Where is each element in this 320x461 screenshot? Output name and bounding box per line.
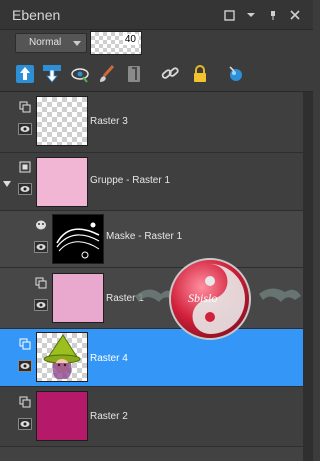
visibility-eye-icon[interactable] [34,241,48,253]
opacity-value: 40 [122,34,138,45]
restore-window-icon[interactable] [223,9,235,21]
blend-mode-label: Normal [29,37,62,48]
raster-layer-icon [18,101,32,113]
layer-thumbnail [36,96,88,146]
new-vector-layer-icon[interactable] [42,64,62,84]
layer-row-raster-2[interactable]: Raster 2 [0,387,303,447]
visibility-eye-icon[interactable] [18,123,32,135]
new-raster-layer-icon[interactable] [15,64,35,84]
layer-name: Gruppe - Raster 1 [90,175,171,186]
close-icon[interactable] [289,9,301,21]
blend-row: Normal 40 [0,30,313,58]
visibility-eye-icon[interactable] [18,418,32,430]
layer-name: Raster 3 [90,116,128,127]
visibility-eye-icon[interactable] [34,299,48,311]
mask-icon[interactable] [124,64,144,84]
raster-layer-icon [18,338,32,350]
lock-icon[interactable] [190,64,210,84]
blend-mode-dropdown[interactable]: Normal [15,33,87,53]
visibility-eye-icon[interactable] [18,183,32,195]
layer-thumbnail [52,214,104,264]
chevron-down-icon [73,41,81,46]
layer-row-raster-4[interactable]: Raster 4 [0,329,303,387]
layer-name: Raster 2 [90,411,128,422]
panel-menu-icon[interactable] [245,9,257,21]
visibility-eye-icon[interactable] [18,360,32,372]
link-icon[interactable] [160,64,180,84]
layer-row-mask[interactable]: Maske - Raster 1 [0,211,303,268]
scrollbar[interactable] [303,92,313,461]
layer-row-raster-3[interactable]: Raster 3 [0,92,303,153]
opacity-field[interactable]: 40 [90,31,142,55]
layer-thumbnail [36,157,88,207]
layer-thumbnail [52,273,104,323]
layer-toolbar [0,58,313,92]
eye-view-icon[interactable] [70,64,90,84]
layer-row-raster-1[interactable]: Raster 1 [0,268,303,329]
layer-name: Maske - Raster 1 [106,231,183,242]
raster-layer-icon [34,277,48,289]
expand-arrow-icon[interactable] [3,181,11,187]
panel-titlebar: Ebenen [0,0,313,30]
layers-list: Raster 3 Gruppe - Raster 1 Maske - Raste… [0,92,313,461]
raster-layer-icon [18,396,32,408]
layer-thumbnail [36,332,88,382]
layer-thumbnail [36,391,88,441]
layer-name: Raster 4 [90,353,128,364]
panel-title: Ebenen [12,7,61,23]
layer-row-group[interactable]: Gruppe - Raster 1 [0,153,303,211]
group-layer-icon [18,161,32,173]
layer-name: Raster 1 [106,293,144,304]
brush-icon[interactable] [97,64,117,84]
mask-layer-icon [34,219,48,231]
pin-icon[interactable] [267,9,279,21]
fill-icon[interactable] [226,64,246,84]
